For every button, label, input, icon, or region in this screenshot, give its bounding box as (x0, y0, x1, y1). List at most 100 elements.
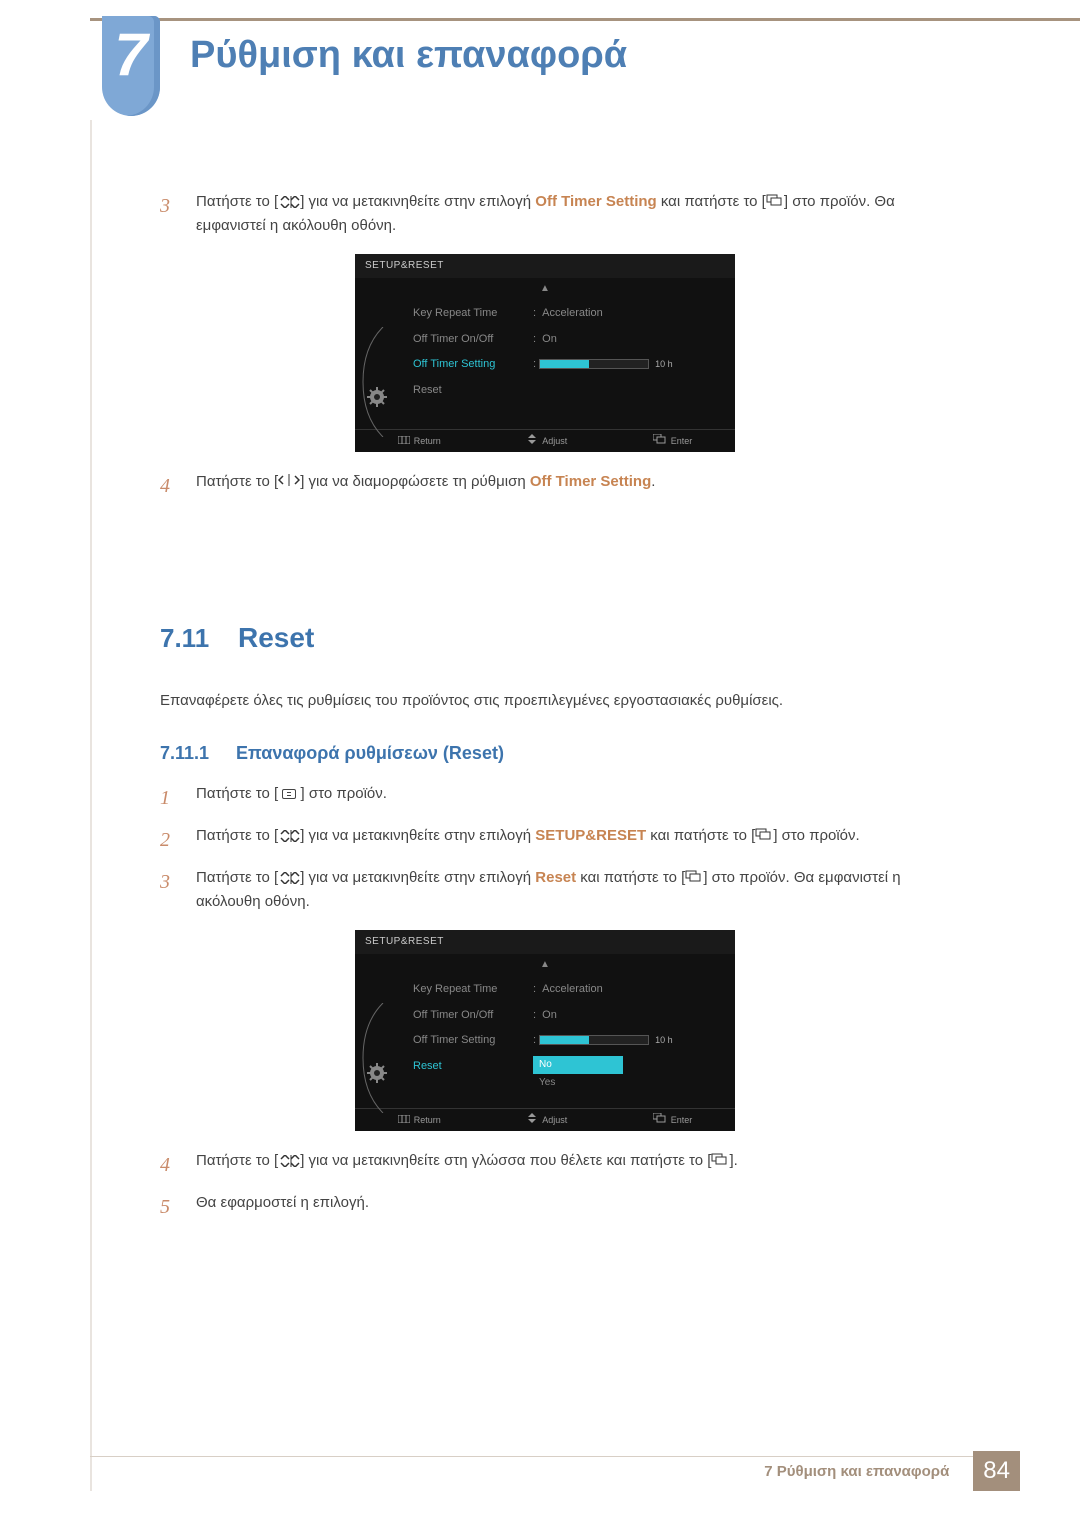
osd-values: : Acceleration : On : 10 h (533, 301, 735, 417)
txt: . (651, 473, 655, 490)
osd-values: : Acceleration : On : 10 h No Yes (533, 977, 735, 1096)
txt: ] για να μετακινηθείτε στην επιλογή (300, 193, 535, 210)
osd-item-off-timer-onoff: Off Timer On/Off (413, 327, 533, 353)
up-arrow-icon: ▲ (355, 278, 735, 297)
osd-option-no: No (533, 1056, 623, 1074)
top-border (90, 18, 1080, 21)
enter-overlap-icon (755, 824, 773, 848)
highlight: SETUP&RESET (535, 827, 646, 844)
adjust-icon (526, 1113, 538, 1127)
section-heading: 7.11 Reset (160, 570, 930, 661)
osd-val-accel: : Acceleration (533, 301, 735, 327)
slider-fill (540, 360, 589, 368)
page-content: 3 Πατήστε το [ ] για να μετακινηθείτε στη… (160, 190, 930, 1233)
txt: Πατήστε το [ (196, 1152, 278, 1169)
sub-step-1: 1 Πατήστε το [ ] στο προϊόν. (160, 782, 930, 814)
osd-item-reset: Reset (413, 1054, 533, 1080)
menu-button-icon (282, 789, 296, 799)
step-number: 4 (160, 470, 174, 502)
osd-item-off-timer-setting: Off Timer Setting (413, 1028, 533, 1054)
step-body: Θα εφαρμοστεί η επιλογή. (196, 1191, 930, 1223)
step-body: Πατήστε το [ ] για να μετακινηθείτε στην … (196, 190, 930, 238)
osd-screenshot-2: SETUP&RESET ▲ Key Repeat Time Off Timer … (355, 930, 735, 1131)
step-number: 2 (160, 824, 174, 856)
txt: ] στο προϊόν. (296, 785, 387, 802)
slider-label: 10 h (655, 1035, 673, 1045)
txt: Πατήστε το [ (196, 785, 282, 802)
sub-step-5: 5 Θα εφαρμοστεί η επιλογή. (160, 1191, 930, 1223)
osd-menu-items: Key Repeat Time Off Timer On/Off Off Tim… (413, 301, 533, 417)
osd-val-on: : On (533, 327, 735, 353)
sub-step-2: 2 Πατήστε το [ ] για να μετακινηθείτε στη… (160, 824, 930, 856)
txt: Πατήστε το [ (196, 193, 278, 210)
up-down-icon (278, 1149, 300, 1173)
step-body: Πατήστε το [ ] στο προϊόν. (196, 782, 930, 814)
osd-title: SETUP&RESET (355, 930, 735, 954)
txt: και πατήστε το [ (576, 869, 685, 886)
txt: ] για να μετακινηθείτε στην επιλογή (300, 827, 535, 844)
highlight: Off Timer Setting (535, 193, 656, 210)
osd-foot-enter: Enter (653, 1113, 693, 1127)
osd-foot-adjust: Adjust (526, 1113, 567, 1127)
osd-item-key-repeat: Key Repeat Time (413, 301, 533, 327)
osd-val-slider: : 10 h (533, 352, 735, 378)
return-icon (398, 434, 410, 448)
slider-track (539, 359, 649, 369)
highlight: Reset (535, 869, 576, 886)
txt: και πατήστε το [ (646, 827, 755, 844)
chapter-number: 7 (114, 20, 147, 89)
footer-label: 7 Ρύθμιση και επαναφορά (764, 1463, 949, 1480)
chapter-title: Ρύθμιση και επαναφορά (190, 34, 627, 77)
txt: Πατήστε το [ (196, 473, 278, 490)
osd-foot-enter: Enter (653, 434, 693, 448)
left-border (90, 120, 92, 1491)
subsection-number: 7.11.1 (160, 739, 222, 768)
osd-menu-items: Key Repeat Time Off Timer On/Off Off Tim… (413, 977, 533, 1096)
step-3-top: 3 Πατήστε το [ ] για να μετακινηθείτε στη… (160, 190, 930, 238)
osd-item-key-repeat: Key Repeat Time (413, 977, 533, 1003)
slider-fill (540, 1036, 589, 1044)
highlight: Off Timer Setting (530, 473, 651, 490)
gear-icon (367, 1063, 387, 1083)
osd-curve-decoration (361, 1003, 387, 1113)
step-number: 3 (160, 866, 174, 914)
txt: ]. (729, 1152, 737, 1169)
osd-option-yes: Yes (533, 1074, 623, 1092)
txt: ] για να διαμορφώσετε τη ρύθμιση (300, 473, 530, 490)
osd-foot-adjust: Adjust (526, 434, 567, 448)
subsection-title: Επαναφορά ρυθμίσεων (Reset) (236, 739, 504, 768)
step-body: Πατήστε το [ ] για να διαμορφώσετε τη ρύθ… (196, 470, 930, 502)
section-number: 7.11 (160, 618, 220, 660)
enter-overlap-icon (711, 1149, 729, 1173)
step-4-top: 4 Πατήστε το [ ] για να διαμορφώσετε τη ρ… (160, 470, 930, 502)
step-body: Πατήστε το [ ] για να μετακινηθείτε στη γ… (196, 1149, 930, 1181)
osd-footer: Return Adjust Enter (355, 1108, 735, 1131)
up-down-icon (278, 866, 300, 890)
up-down-icon (278, 824, 300, 848)
osd-item-off-timer-setting: Off Timer Setting (413, 352, 533, 378)
gear-icon (367, 387, 387, 407)
txt: ] για να μετακινηθείτε στη γλώσσα που θέ… (300, 1152, 711, 1169)
txt: και πατήστε το [ (657, 193, 766, 210)
osd-curve-decoration (361, 327, 387, 437)
slider-label: 10 h (655, 359, 673, 369)
osd-footer: Return Adjust Enter (355, 429, 735, 452)
enter-overlap-icon (685, 866, 703, 890)
left-right-icon (278, 470, 300, 494)
up-down-icon (278, 190, 300, 214)
txt: Πατήστε το [ (196, 827, 278, 844)
osd-val-reset-options: No Yes (533, 1054, 735, 1096)
step-number: 3 (160, 190, 174, 238)
step-body: Πατήστε το [] για να μετακινηθείτε στην … (196, 866, 930, 914)
osd-foot-return: Return (398, 434, 441, 448)
section-description: Επαναφέρετε όλες τις ρυθμίσεις του προϊό… (160, 689, 930, 713)
page-number-badge: 84 (973, 1451, 1020, 1491)
subsection-heading: 7.11.1 Επαναφορά ρυθμίσεων (Reset) (160, 739, 930, 768)
step-number: 5 (160, 1191, 174, 1223)
osd-val-slider: : 10 h (533, 1028, 735, 1054)
osd-val-on: : On (533, 1003, 735, 1029)
txt: Πατήστε το [ (196, 869, 278, 886)
section-title: Reset (238, 616, 314, 661)
osd-foot-return: Return (398, 1113, 441, 1127)
osd-item-reset: Reset (413, 378, 533, 404)
